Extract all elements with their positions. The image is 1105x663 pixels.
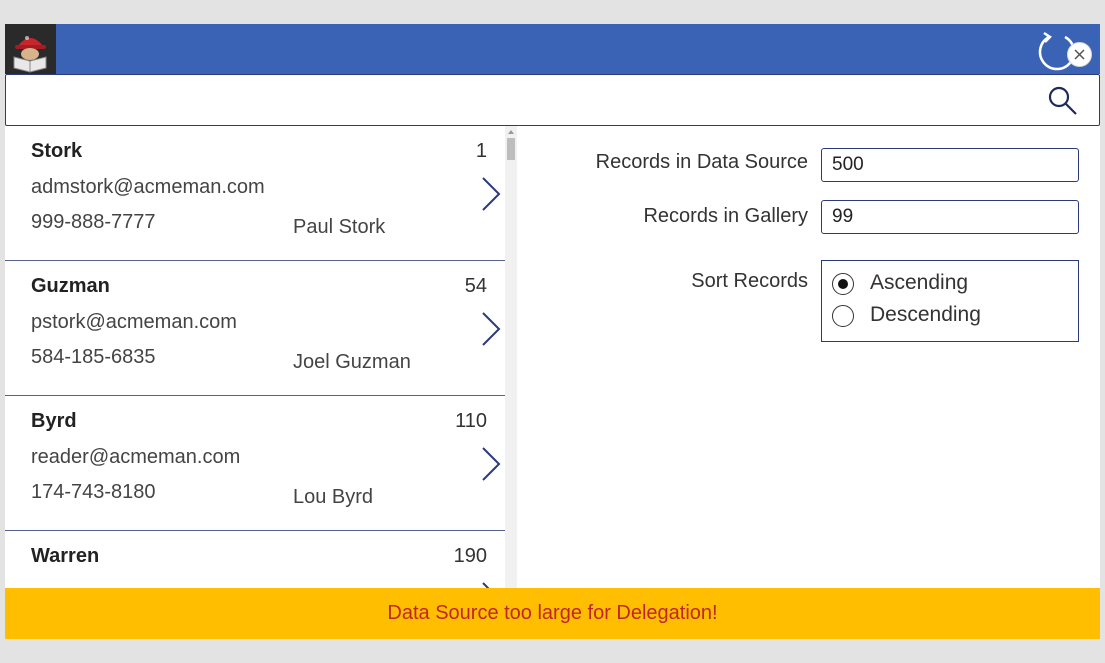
email: admstork@acmeman.com	[31, 176, 265, 198]
email: reader@acmeman.com	[31, 446, 241, 468]
last-name: Warren	[31, 545, 100, 567]
phone: 999-888-7777	[31, 211, 156, 233]
chevron-right-icon[interactable]	[479, 581, 503, 588]
hard-hat-reader-icon	[5, 24, 56, 74]
records-in-gallery-field[interactable]	[821, 200, 1079, 234]
app-screen: Stork 1 admstork@acmeman.com 999-888-777…	[5, 24, 1100, 639]
full-name: Joel Guzman	[293, 351, 411, 373]
search-input[interactable]	[12, 79, 1036, 121]
last-name: Stork	[31, 140, 83, 162]
full-name: Lou Byrd	[293, 486, 374, 508]
records-in-source-field[interactable]	[821, 148, 1079, 182]
chevron-right-icon[interactable]	[479, 311, 503, 347]
last-name: Byrd	[31, 410, 77, 432]
scroll-up-arrow-icon[interactable]	[508, 130, 514, 134]
radio-label: Descending	[870, 303, 981, 326]
chevron-right-icon[interactable]	[479, 176, 503, 212]
records-gallery: Stork 1 admstork@acmeman.com 999-888-777…	[5, 126, 505, 588]
last-name: Guzman	[31, 275, 110, 297]
records-in-gallery-label: Records in Gallery	[643, 205, 808, 227]
gallery-item[interactable]: Guzman 54 pstork@acmeman.com 584-185-683…	[5, 261, 505, 396]
close-button[interactable]	[1067, 42, 1092, 67]
phone: 174-743-8180	[31, 481, 156, 503]
records-in-source-label: Records in Data Source	[595, 151, 808, 173]
email: pstork@acmeman.com	[31, 311, 237, 333]
search-icon[interactable]	[1046, 84, 1080, 118]
chevron-right-icon[interactable]	[479, 446, 503, 482]
record-id: 110	[455, 410, 487, 432]
delegation-warning-banner: Data Source too large for Delegation!	[5, 588, 1100, 639]
phone: 584-185-6835	[31, 346, 156, 368]
record-id: 54	[464, 275, 487, 297]
radio-selected-dot	[838, 279, 848, 289]
gallery-scrollbar[interactable]	[505, 126, 517, 588]
sort-records-label: Sort Records	[691, 270, 808, 292]
gallery-item[interactable]: Warren 190	[5, 531, 505, 588]
radio-label: Ascending	[870, 271, 969, 294]
gallery-item[interactable]: Byrd 110 reader@acmeman.com 174-743-8180…	[5, 396, 505, 531]
sort-radio-group: Ascending Descending	[821, 260, 1079, 342]
radio-button[interactable]	[832, 273, 854, 295]
radio-button[interactable]	[832, 305, 854, 327]
record-id: 1	[475, 140, 487, 162]
banner-text: Data Source too large for Delegation!	[387, 602, 718, 624]
record-id: 190	[453, 545, 487, 567]
search-bar	[5, 74, 1100, 126]
close-icon	[1074, 49, 1085, 60]
gallery-item[interactable]: Stork 1 admstork@acmeman.com 999-888-777…	[5, 126, 505, 261]
header-bar	[5, 24, 1100, 74]
full-name: Paul Stork	[293, 216, 386, 238]
